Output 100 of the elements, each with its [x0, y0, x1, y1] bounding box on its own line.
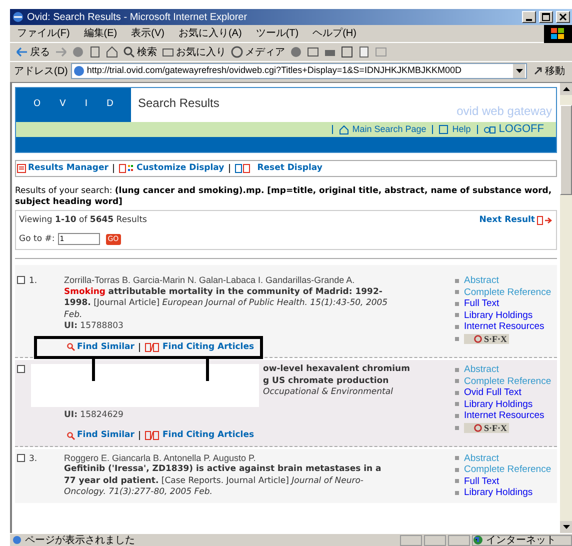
search-summary: Results of your search: (lung cancer and smoking).mp. [mp=title, original title, abstract, name of substance word, subject heading word]: [15, 186, 553, 208]
swirl-icon: [474, 424, 482, 432]
search-toolbar-button[interactable]: 検索: [123, 44, 157, 60]
record-link[interactable]: Full Text: [464, 476, 500, 487]
status-pane: [448, 534, 470, 546]
record-link[interactable]: Ovid Full Text: [464, 387, 522, 398]
go-arrow-icon: [533, 66, 543, 76]
scroll-up-button[interactable]: [560, 83, 572, 95]
menu-item[interactable]: ファイル(F): [10, 26, 77, 41]
bullet-icon: [455, 336, 459, 340]
ovid-logo: O V I D: [16, 88, 131, 122]
page-icon: [12, 535, 22, 545]
dropdown-button[interactable]: [513, 64, 525, 78]
bullet-icon: [455, 426, 459, 430]
record-number: 3.: [29, 452, 38, 466]
callout-line: [92, 358, 95, 380]
sfx-badge[interactable]: S·F·X: [464, 334, 510, 344]
maximize-button[interactable]: [539, 11, 553, 23]
bullet-icon: [455, 278, 459, 283]
address-label: アドレス(D): [14, 64, 68, 78]
back-icon: [16, 46, 28, 58]
page-icon: [72, 65, 85, 77]
record-number: 1.: [29, 275, 38, 288]
menu-item[interactable]: 編集(E): [76, 26, 124, 41]
find-similar-link[interactable]: Find Similar: [67, 430, 134, 442]
home-toolbar-button[interactable]: [106, 46, 118, 58]
home-icon: [106, 46, 118, 58]
zone-indicator: インターネット: [472, 534, 572, 546]
scroll-down-button[interactable]: [560, 521, 572, 533]
manager-link[interactable]: Results Manager: [17, 162, 108, 175]
find-citing-link[interactable]: Find Citing Articles: [145, 342, 254, 353]
bullet-icon: [455, 402, 459, 406]
back-toolbar-button[interactable]: 戻る: [16, 44, 50, 60]
up-arrow-icon: [562, 87, 570, 91]
windows-logo-icon: [544, 25, 572, 43]
record-checkbox[interactable]: [17, 365, 25, 373]
record-id: UI: 15824629: [64, 410, 124, 421]
menu-item[interactable]: 表示(V): [124, 26, 172, 41]
search-icon: [123, 46, 135, 58]
help-icon: [439, 124, 450, 134]
maximize-icon: [542, 13, 550, 21]
record-link[interactable]: Library Holdings: [464, 487, 533, 498]
callout-line: [206, 358, 209, 380]
record-checkbox[interactable]: [17, 276, 25, 284]
swirl-icon: [474, 334, 482, 342]
bullet-icon: [455, 468, 459, 472]
status-pane: [400, 534, 422, 546]
record-authors: Zorrilla-Torras B. Garcia-Marin N. Galan-Labaca I. Gandarillas-Grande A.: [64, 275, 356, 286]
find-similar-link[interactable]: Find Similar: [67, 342, 134, 353]
bullet-icon: [455, 456, 459, 460]
search-icon: [67, 432, 75, 440]
reset-link[interactable]: Reset Display: [235, 162, 322, 175]
record-link[interactable]: Full Text: [464, 298, 500, 310]
record-link[interactable]: Internet Resources: [464, 321, 544, 332]
record-title: g US chromate production: [263, 376, 389, 387]
address-url: http://trial.ovid.com/gatewayrefresh/ovidweb.cgi?Titles+Display=1&S=IDNJHKJKMBJKKM00D: [86, 64, 462, 78]
bullet-icon: [455, 313, 459, 318]
record-link[interactable]: Library Holdings: [464, 398, 533, 410]
menu-item[interactable]: ヘルプ(H): [306, 26, 364, 41]
scroll-thumb[interactable]: [560, 105, 572, 195]
next-result-link[interactable]: Next Result: [479, 214, 553, 227]
menu-item[interactable]: お気に入り(A): [171, 26, 249, 41]
record-citation: Smoking attributable mortality in the community of Madrid: 1992-1998. [Journal Article] European Journal of Public Health. 15(1):43-50, 2005 Feb.: [64, 286, 389, 321]
address-field[interactable]: http://trial.ovid.com/gatewayrefresh/ovidweb.cgi?Titles+Display=1&S=IDNJHKJKMBJKKM00D: [70, 63, 527, 79]
record-link[interactable]: Internet Resources: [464, 410, 544, 422]
customize-link[interactable]: Customize Display: [119, 162, 224, 175]
record-link[interactable]: Library Holdings: [464, 310, 533, 321]
bullet-icon: [455, 479, 459, 484]
status-text: ページが表示されました: [10, 532, 398, 546]
results-count: Viewing 1-10 of 5645 Results: [19, 214, 147, 227]
help-link[interactable]: Help: [439, 122, 471, 136]
bullet-icon: [455, 290, 459, 294]
sfx-badge[interactable]: S·F·X: [464, 422, 510, 432]
home-icon: [339, 124, 350, 134]
record-authors: Roggero E. Giancarla B. Antonella P. Augusto P.: [64, 452, 257, 464]
reset-icon: [235, 164, 250, 173]
logoff-link[interactable]: LOGOFF: [484, 121, 544, 138]
bullet-icon: [455, 490, 459, 495]
go-button[interactable]: 移動: [530, 64, 568, 78]
bullet-icon: [455, 324, 459, 329]
bullet-icon: [455, 379, 459, 384]
window-title: Ovid: Search Results - Microsoft Internet Explorer: [27, 10, 248, 24]
minimize-button[interactable]: [522, 11, 536, 23]
menu-item[interactable]: ツール(T): [248, 26, 306, 41]
record-checkbox[interactable]: [17, 454, 25, 462]
tagline: ovid web gateway: [456, 103, 552, 120]
media-toolbar-button[interactable]: メディア: [231, 44, 285, 60]
manager-icon: [17, 164, 26, 173]
status-pane: [424, 534, 446, 546]
find-citing-link[interactable]: Find Citing Articles: [145, 430, 254, 442]
favorites-toolbar-button[interactable]: お気に入り: [162, 44, 226, 60]
bullet-icon: [455, 390, 459, 395]
scrollbar[interactable]: [560, 83, 572, 533]
close-button[interactable]: [556, 11, 570, 23]
documents-icon: [145, 342, 160, 352]
home-link[interactable]: Main Search Page: [339, 122, 426, 136]
goto-label: Go to #:: [19, 232, 55, 246]
record-citation: Gefitinib ('Iressa', ZD1839) is active against brain metastases in a 77 year old patient. [Case Reports. Journal Article] Journal of Neuro-Oncology. 71(3):277-80, 2005 Feb.: [64, 464, 382, 498]
down-arrow-icon: [562, 525, 570, 529]
page-title: Search Results: [138, 95, 220, 112]
